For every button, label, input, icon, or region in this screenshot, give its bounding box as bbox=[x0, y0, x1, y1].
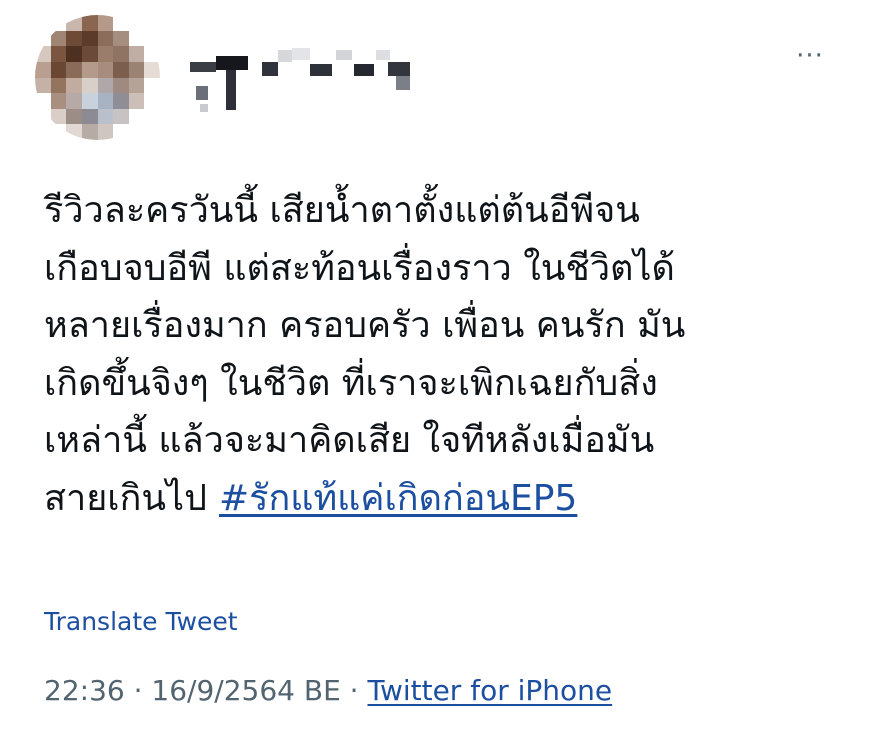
avatar-pixel bbox=[97, 108, 114, 125]
avatar-pixel bbox=[35, 46, 51, 62]
tweet-text-last-line: สายเกินไป #รักแท้แค่เกิดก่อนEP5 bbox=[44, 470, 844, 528]
more-options-icon[interactable]: ··· bbox=[786, 40, 834, 72]
tweet-text-line: เกิดขึ้นจิงๆ ในชีวิต ที่เราจะเพิกเฉยกับส… bbox=[44, 362, 658, 404]
avatar-pixel bbox=[66, 61, 82, 78]
avatar-pixel bbox=[128, 15, 145, 31]
tweet-text-line: สายเกินไป bbox=[44, 477, 207, 519]
avatar-pixel bbox=[144, 108, 160, 125]
avatar-pixel bbox=[128, 46, 145, 62]
avatar-pixel bbox=[113, 124, 129, 140]
avatar-pixel bbox=[50, 77, 67, 94]
avatar-pixel bbox=[66, 77, 82, 94]
avatar-pixel bbox=[128, 93, 145, 109]
tweet-text-line: รีวิวละครวันนี้ เสียน้ำตาตั้งแต่ต้นอีพีจ… bbox=[44, 190, 640, 231]
avatar-pixel bbox=[97, 30, 114, 47]
avatar-pixel bbox=[81, 93, 98, 109]
avatar-pixel bbox=[128, 124, 145, 140]
avatar-pixel bbox=[66, 30, 82, 47]
avatar-pixel bbox=[35, 30, 51, 47]
avatar-pixel bbox=[50, 124, 67, 140]
avatar-pixel bbox=[144, 77, 160, 94]
avatar-pixel bbox=[35, 15, 51, 31]
avatar-pixel bbox=[128, 30, 145, 47]
avatar-pixel bbox=[35, 77, 51, 94]
avatar-pixel bbox=[113, 77, 129, 94]
avatar-pixel bbox=[144, 61, 160, 78]
avatar-pixel bbox=[144, 124, 160, 140]
avatar-pixel bbox=[81, 108, 98, 125]
tweet-text: รีวิวละครวันนี้ เสียน้ำตาตั้งแต่ต้นอีพีจ… bbox=[44, 182, 844, 527]
avatar-pixel bbox=[66, 46, 82, 62]
avatar-pixel bbox=[144, 30, 160, 47]
tweet-metadata: 22:36 · 16/9/2564 BE · Twitter for iPhon… bbox=[44, 674, 612, 707]
avatar-pixel bbox=[97, 77, 114, 94]
avatar-pixel bbox=[144, 15, 160, 31]
avatar-pixel bbox=[97, 124, 114, 140]
avatar-pixel bbox=[97, 46, 114, 62]
avatar-pixel bbox=[66, 15, 82, 31]
avatar-pixel bbox=[81, 15, 98, 31]
translate-tweet-link[interactable]: Translate Tweet bbox=[44, 607, 238, 636]
avatar-pixel bbox=[81, 77, 98, 94]
avatar-pixel bbox=[35, 108, 51, 125]
author-avatar[interactable] bbox=[35, 15, 160, 140]
avatar-pixel bbox=[113, 108, 129, 125]
avatar-pixel bbox=[66, 108, 82, 125]
avatar-pixel bbox=[81, 61, 98, 78]
avatar-pixel bbox=[144, 93, 160, 109]
avatar-pixel bbox=[50, 93, 67, 109]
avatar-pixel bbox=[113, 15, 129, 31]
avatar-pixel bbox=[128, 61, 145, 78]
avatar-pixel bbox=[35, 93, 51, 109]
avatar-pixel bbox=[66, 93, 82, 109]
avatar-pixel bbox=[66, 124, 82, 140]
avatar-pixel bbox=[81, 46, 98, 62]
avatar-pixel bbox=[50, 30, 67, 47]
avatar-pixel bbox=[128, 77, 145, 94]
avatar-pixel bbox=[50, 46, 67, 62]
avatar-pixel bbox=[128, 108, 145, 125]
avatar-pixel bbox=[50, 61, 67, 78]
avatar-pixel bbox=[97, 61, 114, 78]
tweet-text-line: เหล่านี้ แล้วจะมาคิดเสีย ใจทีหลังเมื่อมั… bbox=[44, 420, 655, 461]
avatar-pixel bbox=[113, 61, 129, 78]
tweet-text-line: เกือบจบอีพี แต่สะท้อนเรื่องราว ในชีวิตได… bbox=[44, 247, 675, 289]
avatar-pixel bbox=[113, 46, 129, 62]
avatar-pixel bbox=[113, 30, 129, 47]
avatar-pixel bbox=[50, 15, 67, 31]
avatar-pixel bbox=[144, 46, 160, 62]
tweet-timestamp[interactable]: 22:36 · 16/9/2564 BE · bbox=[44, 674, 367, 707]
tweet-text-line: หลายเรื่องมาก ครอบครัว เพื่อน คนรัก มัน bbox=[44, 305, 686, 346]
avatar-pixel bbox=[50, 108, 67, 125]
avatar-pixel bbox=[97, 15, 114, 31]
avatar-pixel bbox=[113, 93, 129, 109]
author-name-redacted[interactable] bbox=[180, 40, 430, 120]
avatar-pixel bbox=[81, 124, 98, 140]
avatar-pixel bbox=[35, 124, 51, 140]
avatar-pixel bbox=[97, 93, 114, 109]
tweet-source-link[interactable]: Twitter for iPhone bbox=[367, 674, 612, 707]
hashtag-link[interactable]: #รักแท้แค่เกิดก่อนEP5 bbox=[219, 478, 577, 519]
avatar-pixel bbox=[35, 61, 51, 78]
avatar-pixel bbox=[81, 30, 98, 47]
